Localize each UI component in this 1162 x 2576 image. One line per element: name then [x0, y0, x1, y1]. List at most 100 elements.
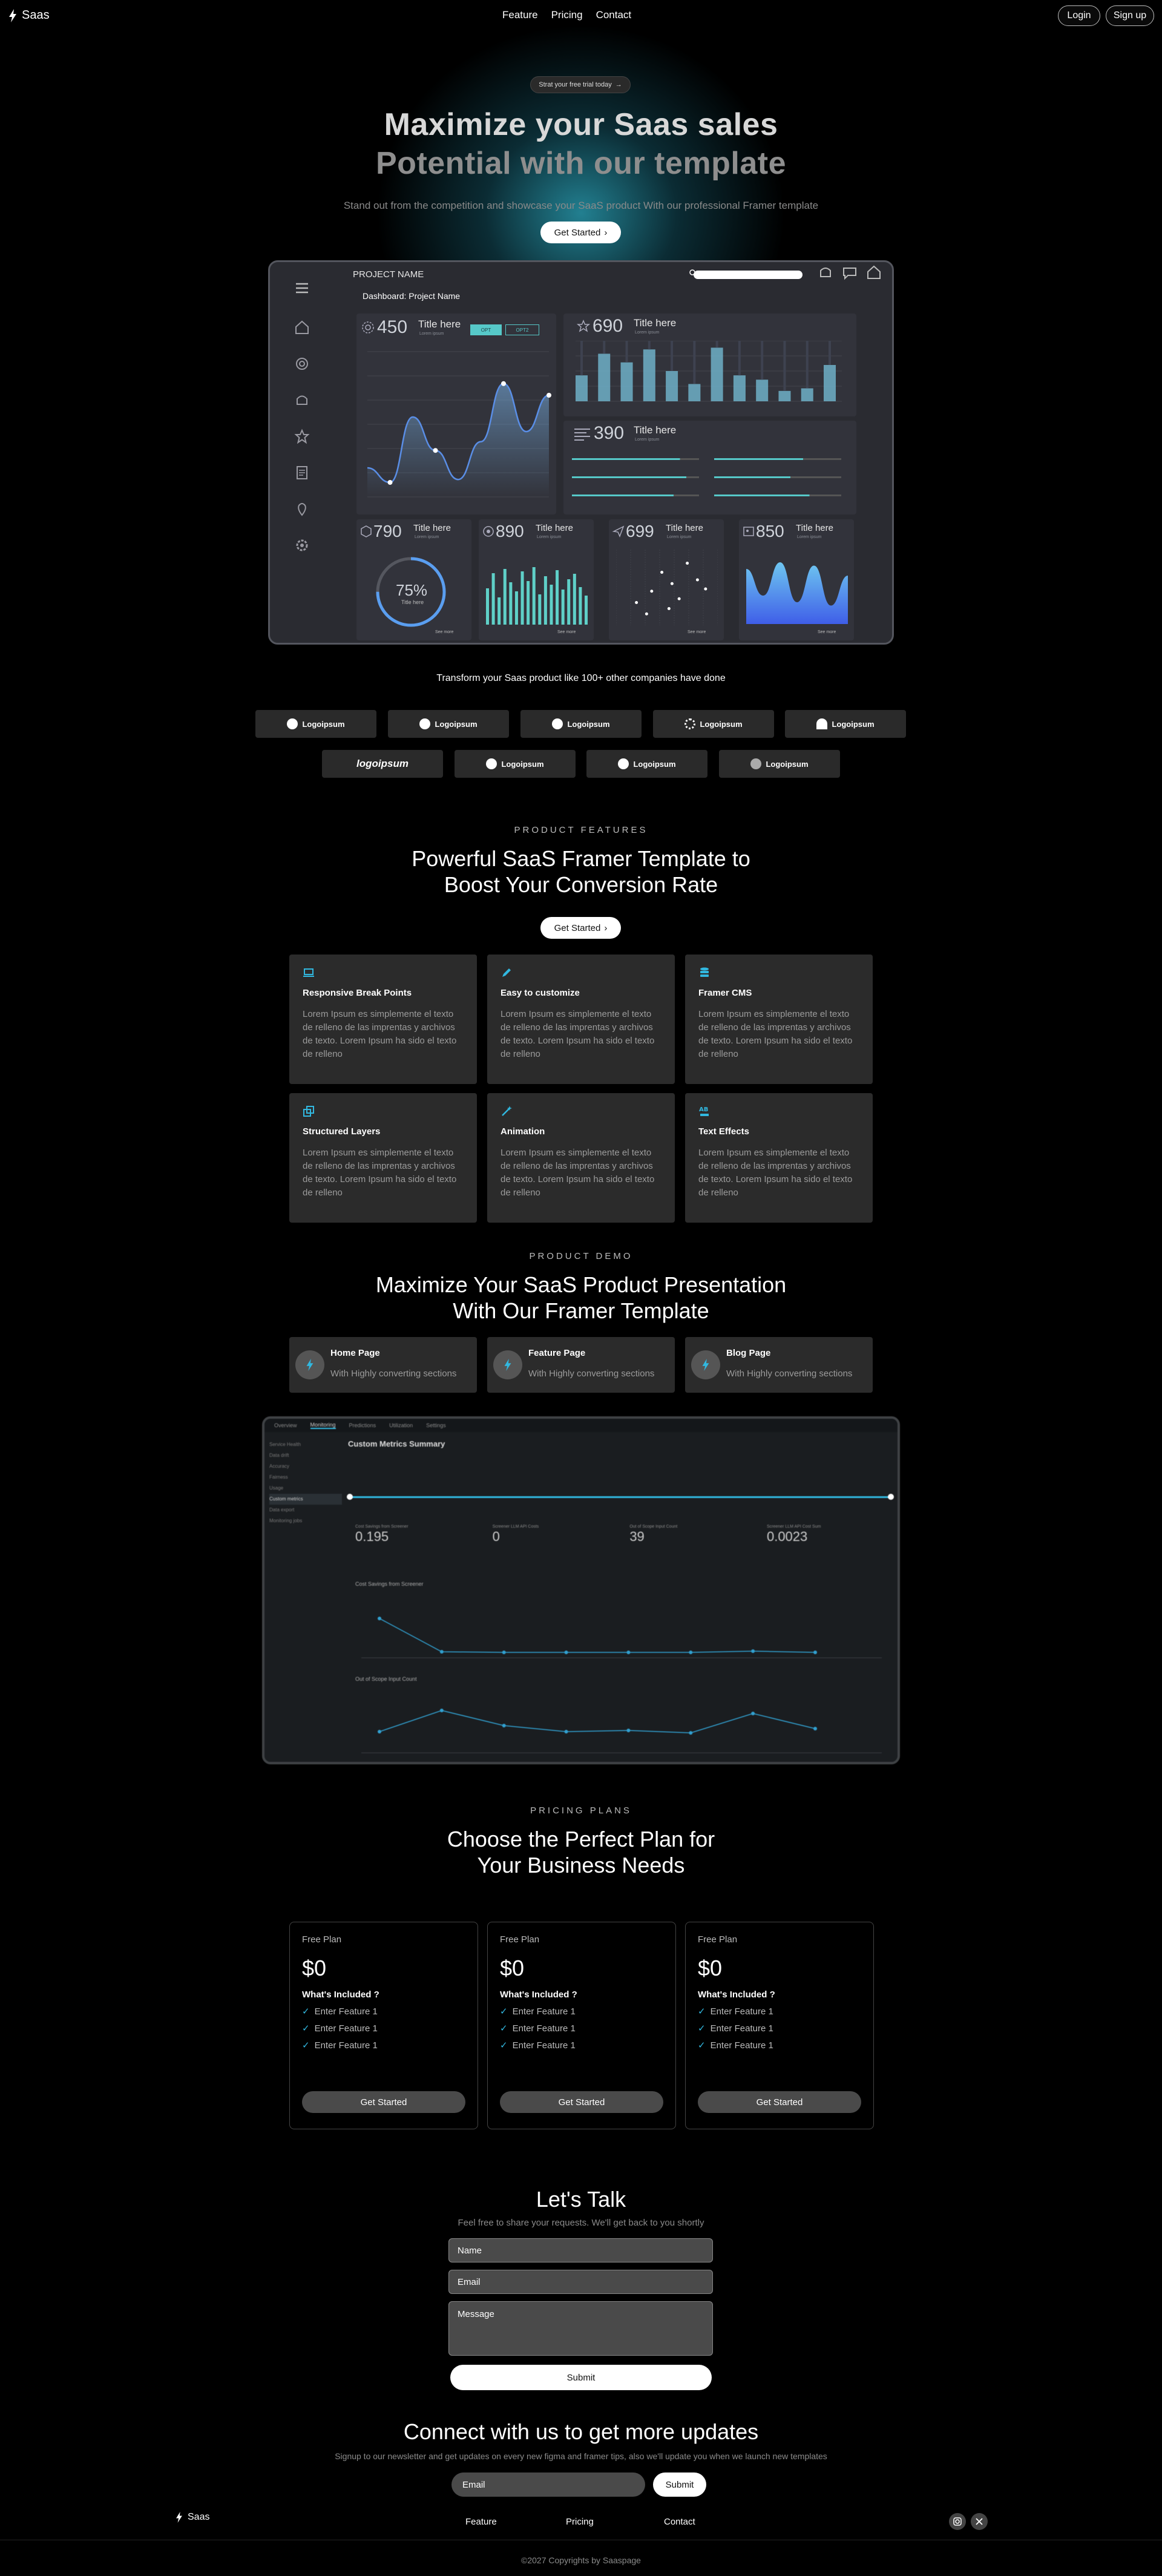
kpi: Cost Savings from Screener 0.195 [355, 1525, 476, 1555]
chevron-right-icon: › [604, 227, 608, 238]
features-cta-label: Get Started [554, 922, 601, 933]
bar-track [738, 341, 741, 376]
demo-tab-home[interactable]: Home Page With Highly converting section… [289, 1337, 477, 1393]
logo-mark-icon [419, 718, 431, 729]
demo-title-line1: Maximize Your SaaS Product Presentation [375, 1272, 787, 1297]
plan-feature-label: Enter Feature 1 [710, 2023, 773, 2034]
plan-get-started-button[interactable]: Get Started [698, 2091, 861, 2113]
see-more-link[interactable]: See more [818, 630, 836, 634]
demo-tab-desc: With Highly converting sections [528, 1368, 655, 1379]
settings-icon[interactable] [294, 356, 310, 372]
footer-brand[interactable]: Saas [176, 2512, 209, 2523]
plan-feature-label: Enter Feature 1 [314, 2023, 378, 2034]
x-icon[interactable] [971, 2513, 988, 2530]
bar [620, 362, 633, 401]
breadcrumb-label: Dashboard: [363, 291, 407, 301]
star-icon[interactable] [294, 429, 310, 444]
company-logo: Logoipsum [455, 750, 576, 778]
message-field[interactable]: Message [448, 2301, 713, 2356]
plan-get-started-button[interactable]: Get Started [302, 2091, 465, 2113]
chat-icon[interactable] [842, 264, 858, 280]
line-chart [367, 351, 551, 498]
plan-feature: ✓ Enter Feature 1 [698, 2040, 861, 2051]
notification-icon[interactable] [818, 264, 833, 280]
location-icon[interactable] [294, 501, 310, 517]
check-icon: ✓ [302, 2006, 310, 2017]
logos-heading: Transform your Saas product like 100+ ot… [436, 673, 726, 683]
arrow-right-icon: → [615, 81, 622, 88]
progress-fill [714, 476, 790, 478]
card-subtitle: Lorem ipsum [797, 535, 822, 539]
toggle-opt2[interactable]: OPT2 [505, 324, 539, 335]
demo-tab-desc: With Highly converting sections [330, 1368, 457, 1379]
plan-feature: ✓ Enter Feature 1 [302, 2023, 465, 2034]
email-field[interactable]: Email [448, 2270, 713, 2294]
logo-mark-icon [287, 718, 298, 729]
screenshot-side-item: Service Health [269, 1442, 301, 1447]
footer-link-feature[interactable]: Feature [465, 2517, 497, 2527]
demo-tab-blog[interactable]: Blog Page With Highly converting section… [685, 1337, 873, 1393]
instagram-icon[interactable] [949, 2513, 966, 2530]
newsletter-submit-button[interactable]: Submit [653, 2472, 706, 2497]
contact-submit-button[interactable]: Submit [450, 2365, 712, 2390]
see-more-link[interactable]: See more [435, 630, 453, 634]
laptop-icon [303, 968, 314, 977]
bar-track [603, 341, 606, 354]
bar [733, 375, 746, 401]
feature-title: Easy to customize [501, 988, 580, 998]
logo-text: Logoipsum [700, 719, 743, 729]
home-icon[interactable] [866, 264, 882, 280]
demo-tab-feature[interactable]: Feature Page With Highly converting sect… [487, 1337, 675, 1393]
features-get-started-button[interactable]: Get Started › [540, 917, 621, 939]
histogram-bar [509, 582, 513, 625]
home-icon[interactable] [294, 320, 310, 335]
menu-icon[interactable] [294, 280, 310, 296]
scatter-point [686, 562, 689, 565]
project-name: PROJECT NAME [353, 269, 424, 280]
footer-link-contact[interactable]: Contact [664, 2517, 695, 2527]
gear-icon[interactable] [294, 537, 310, 553]
feature-card: Responsive Break Points Lorem Ipsum es s… [289, 954, 477, 1084]
hero-subtitle: Stand out from the competition and showc… [343, 200, 819, 211]
plan-price: $0 [698, 1956, 723, 1980]
plan-get-started-button[interactable]: Get Started [500, 2091, 663, 2113]
logo-text: Logoipsum [501, 759, 544, 769]
login-button[interactable]: Login [1058, 5, 1100, 26]
scatter-card: 699 Title here Lorem ipsum See more [609, 519, 724, 640]
histogram-bar [579, 587, 582, 625]
scatter-point [667, 607, 671, 610]
scatter-point [695, 578, 699, 582]
document-icon[interactable] [294, 465, 310, 481]
bar [576, 375, 588, 401]
plan-name: Free Plan [500, 1934, 540, 1945]
bar [598, 353, 611, 401]
company-logo: Logoipsum [719, 750, 840, 778]
feature-desc: Lorem Ipsum es simplemente el texto de r… [303, 1009, 457, 1059]
see-more-link[interactable]: See more [688, 630, 706, 634]
hero-get-started-button[interactable]: Get Started › [540, 222, 621, 243]
dashboard-search-input[interactable] [694, 271, 803, 279]
signup-button[interactable]: Sign up [1106, 5, 1154, 26]
kpi: Screener LLM API Cost Sum 0.0023 [767, 1525, 888, 1555]
feature-desc: Lorem Ipsum es simplemente el texto de r… [698, 1148, 853, 1198]
toggle-opt[interactable]: OPT [470, 324, 502, 335]
footer-link-pricing[interactable]: Pricing [566, 2517, 594, 2527]
demo-tab-desc: With Highly converting sections [726, 1368, 853, 1379]
trial-pill[interactable]: Strat your free trial today → [530, 76, 631, 93]
logo-mark-icon [552, 718, 563, 729]
feature-desc: Lorem Ipsum es simplemente el texto de r… [501, 1148, 655, 1198]
histogram-chart [486, 567, 588, 625]
database-icon [700, 967, 709, 977]
demo-tab-title: Blog Page [726, 1348, 771, 1358]
scatter-point [704, 587, 707, 591]
brand-logo[interactable]: Saas [8, 8, 50, 22]
progress-bars [572, 458, 841, 496]
kpi-value: 0 [492, 1529, 500, 1544]
bell-icon[interactable] [294, 392, 310, 408]
name-field[interactable]: Name [448, 2238, 713, 2262]
bar [801, 388, 813, 401]
newsletter-email-input[interactable]: Email [451, 2472, 645, 2497]
plan-feature: ✓ Enter Feature 1 [698, 2023, 861, 2034]
histogram-bar [556, 570, 559, 625]
see-more-link[interactable]: See more [557, 630, 576, 634]
